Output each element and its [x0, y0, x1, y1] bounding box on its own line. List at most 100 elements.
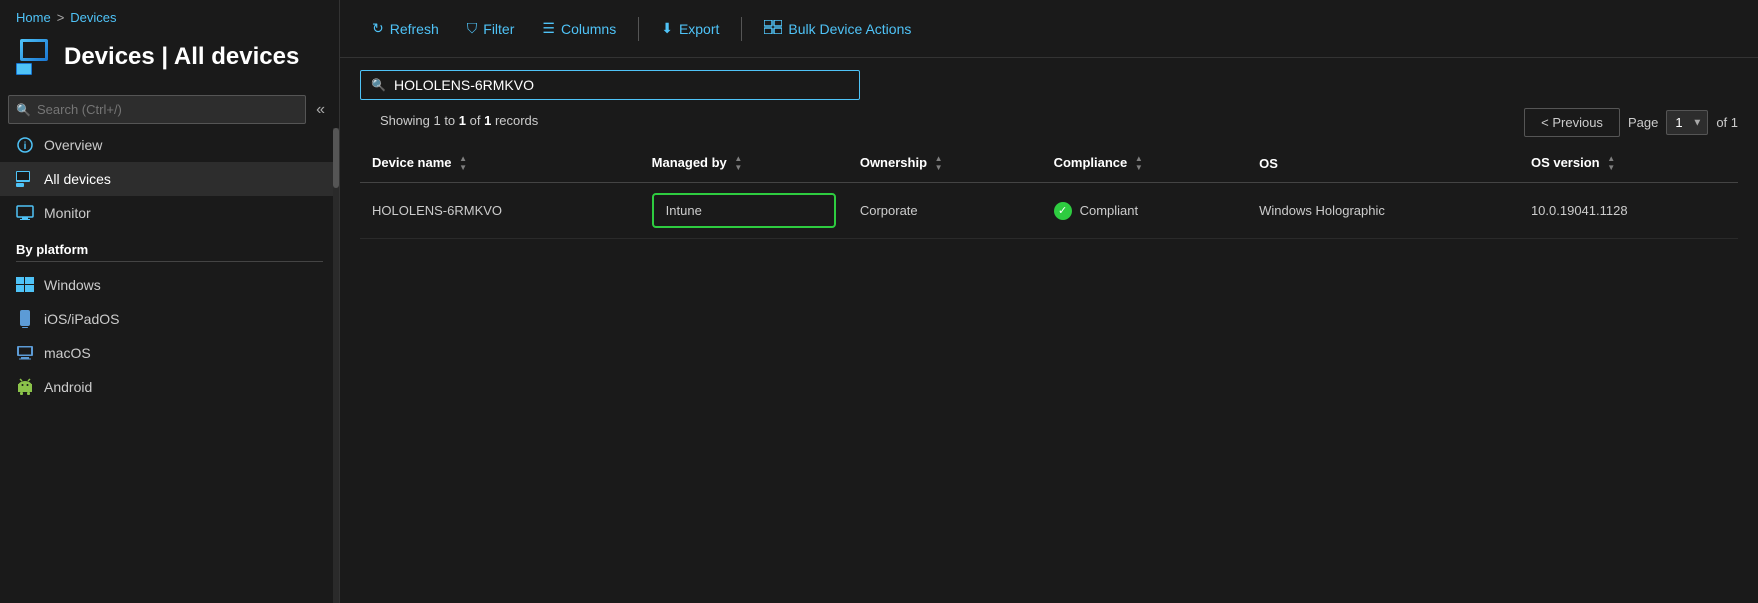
sidebar-item-ios[interactable]: iOS/iPadOS	[0, 302, 339, 336]
bulk-actions-button[interactable]: Bulk Device Actions	[752, 12, 923, 45]
col-compliance-label: Compliance	[1054, 155, 1128, 170]
devices-page-icon	[16, 39, 52, 75]
cell-ownership: Corporate	[848, 183, 1042, 239]
sidebar-item-monitor-label: Monitor	[44, 205, 91, 221]
columns-button[interactable]: ☰ Columns	[530, 12, 628, 45]
ios-icon	[16, 310, 34, 328]
mac-icon	[16, 344, 34, 362]
monitor-nav-icon	[16, 204, 34, 222]
all-devices-icon	[16, 170, 34, 188]
refresh-label: Refresh	[390, 21, 439, 37]
compliant-check-icon: ✓	[1054, 202, 1072, 220]
col-os[interactable]: OS	[1247, 145, 1519, 183]
pagination: < Previous Page 1 ▼ of 1	[1524, 108, 1758, 137]
filter-icon: ⛉	[467, 20, 478, 37]
search-input[interactable]	[8, 95, 306, 124]
refresh-button[interactable]: ↻ Refresh	[360, 12, 451, 45]
page-label: Page	[1628, 115, 1658, 130]
page-info-row: Showing 1 to 1 of 1 records < Previous P…	[340, 108, 1758, 145]
filter-search-input[interactable]	[394, 77, 849, 93]
bulk-actions-label: Bulk Device Actions	[788, 21, 911, 37]
sidebar-item-overview[interactable]: i Overview	[0, 128, 339, 162]
compliance-wrap: ✓ Compliant	[1054, 202, 1236, 220]
monitor-shape	[20, 39, 48, 61]
page-title: Devices | All devices	[64, 43, 299, 71]
col-device-name[interactable]: Device name ▲▼	[360, 145, 640, 183]
devices-table: Device name ▲▼ Managed by ▲▼ Ownership ▲…	[360, 145, 1738, 239]
scrollbar-thumb[interactable]	[333, 128, 339, 188]
section-divider	[16, 261, 323, 262]
showing-text: Showing 1 to 1 of 1 records	[360, 109, 558, 136]
filter-search-icon: 🔍	[371, 78, 386, 92]
page-select-wrap: 1 ▼	[1666, 110, 1708, 135]
cell-device-name: HOLOLENS-6RMKVO	[360, 183, 640, 239]
search-wrap: 🔍	[8, 95, 306, 124]
sidebar-item-macos[interactable]: macOS	[0, 336, 339, 370]
toolbar-divider-2	[741, 17, 742, 41]
sidebar-nav: i Overview All devices	[0, 128, 339, 603]
refresh-icon: ↻	[372, 20, 384, 37]
previous-button[interactable]: < Previous	[1524, 108, 1620, 137]
table-container: Device name ▲▼ Managed by ▲▼ Ownership ▲…	[340, 145, 1758, 603]
sidebar-item-macos-label: macOS	[44, 345, 91, 361]
table-header: Device name ▲▼ Managed by ▲▼ Ownership ▲…	[360, 145, 1738, 183]
table-body: HOLOLENS-6RMKVO Intune Corporate ✓ Compl…	[360, 183, 1738, 239]
export-icon: ⬇	[661, 20, 673, 37]
page-select[interactable]: 1	[1666, 110, 1708, 135]
windows-icon	[16, 276, 34, 294]
collapse-button[interactable]: «	[310, 97, 331, 123]
col-ownership-label: Ownership	[860, 155, 927, 170]
sidebar-header: Home > Devices Devices | All devices	[0, 0, 339, 95]
table-row[interactable]: HOLOLENS-6RMKVO Intune Corporate ✓ Compl…	[360, 183, 1738, 239]
cell-os: Windows Holographic	[1247, 183, 1519, 239]
table-header-row: Device name ▲▼ Managed by ▲▼ Ownership ▲…	[360, 145, 1738, 183]
sort-device-name-icon: ▲▼	[459, 155, 467, 172]
search-icon: 🔍	[16, 103, 31, 117]
search-row: 🔍 «	[8, 95, 331, 124]
col-managed-by-label: Managed by	[652, 155, 727, 170]
export-button[interactable]: ⬇ Export	[649, 12, 731, 45]
sidebar-item-android[interactable]: Android	[0, 370, 339, 404]
small-device-shape	[16, 63, 32, 75]
col-os-version[interactable]: OS version ▲▼	[1519, 145, 1738, 183]
breadcrumb: Home > Devices	[16, 10, 323, 25]
sort-compliance-icon: ▲▼	[1135, 155, 1143, 172]
breadcrumb-current[interactable]: Devices	[70, 10, 116, 25]
cell-managed-by: Intune	[640, 183, 848, 239]
cell-os-version: 10.0.19041.1128	[1519, 183, 1738, 239]
sidebar-item-windows[interactable]: Windows	[0, 268, 339, 302]
sort-managed-by-icon: ▲▼	[734, 155, 742, 172]
showing-total: 1	[484, 113, 491, 128]
filter-area: 🔍	[340, 58, 1758, 108]
sidebar-item-monitor[interactable]: Monitor	[0, 196, 339, 230]
col-os-label: OS	[1259, 156, 1278, 171]
col-os-version-label: OS version	[1531, 155, 1600, 170]
col-managed-by[interactable]: Managed by ▲▼	[640, 145, 848, 183]
bulk-actions-icon	[764, 20, 782, 37]
page-title-row: Devices | All devices	[16, 35, 323, 87]
sidebar-item-all-devices[interactable]: All devices	[0, 162, 339, 196]
sidebar-item-android-label: Android	[44, 379, 92, 395]
toolbar: ↻ Refresh ⛉ Filter ☰ Columns ⬇ Export	[340, 0, 1758, 58]
col-device-name-label: Device name	[372, 155, 452, 170]
sidebar-item-windows-label: Windows	[44, 277, 101, 293]
managed-by-highlighted-cell: Intune	[652, 193, 836, 228]
breadcrumb-home[interactable]: Home	[16, 10, 51, 25]
sidebar-item-ios-label: iOS/iPadOS	[44, 311, 119, 327]
col-compliance[interactable]: Compliance ▲▼	[1042, 145, 1248, 183]
compliance-value: Compliant	[1080, 203, 1139, 218]
scrollbar-track	[333, 128, 339, 603]
sidebar-item-all-devices-label: All devices	[44, 171, 111, 187]
filter-label: Filter	[483, 21, 514, 37]
filter-button[interactable]: ⛉ Filter	[455, 12, 527, 45]
filter-search-box: 🔍	[360, 70, 860, 100]
managed-by-value: Intune	[666, 203, 702, 218]
columns-icon: ☰	[542, 20, 555, 37]
sort-os-version-icon: ▲▼	[1607, 155, 1615, 172]
col-ownership[interactable]: Ownership ▲▼	[848, 145, 1042, 183]
toolbar-divider-1	[638, 17, 639, 41]
page-of-text: of 1	[1716, 115, 1738, 130]
by-platform-label: By platform	[0, 230, 339, 261]
showing-bold: 1	[459, 113, 466, 128]
sidebar-item-overview-label: Overview	[44, 137, 102, 153]
